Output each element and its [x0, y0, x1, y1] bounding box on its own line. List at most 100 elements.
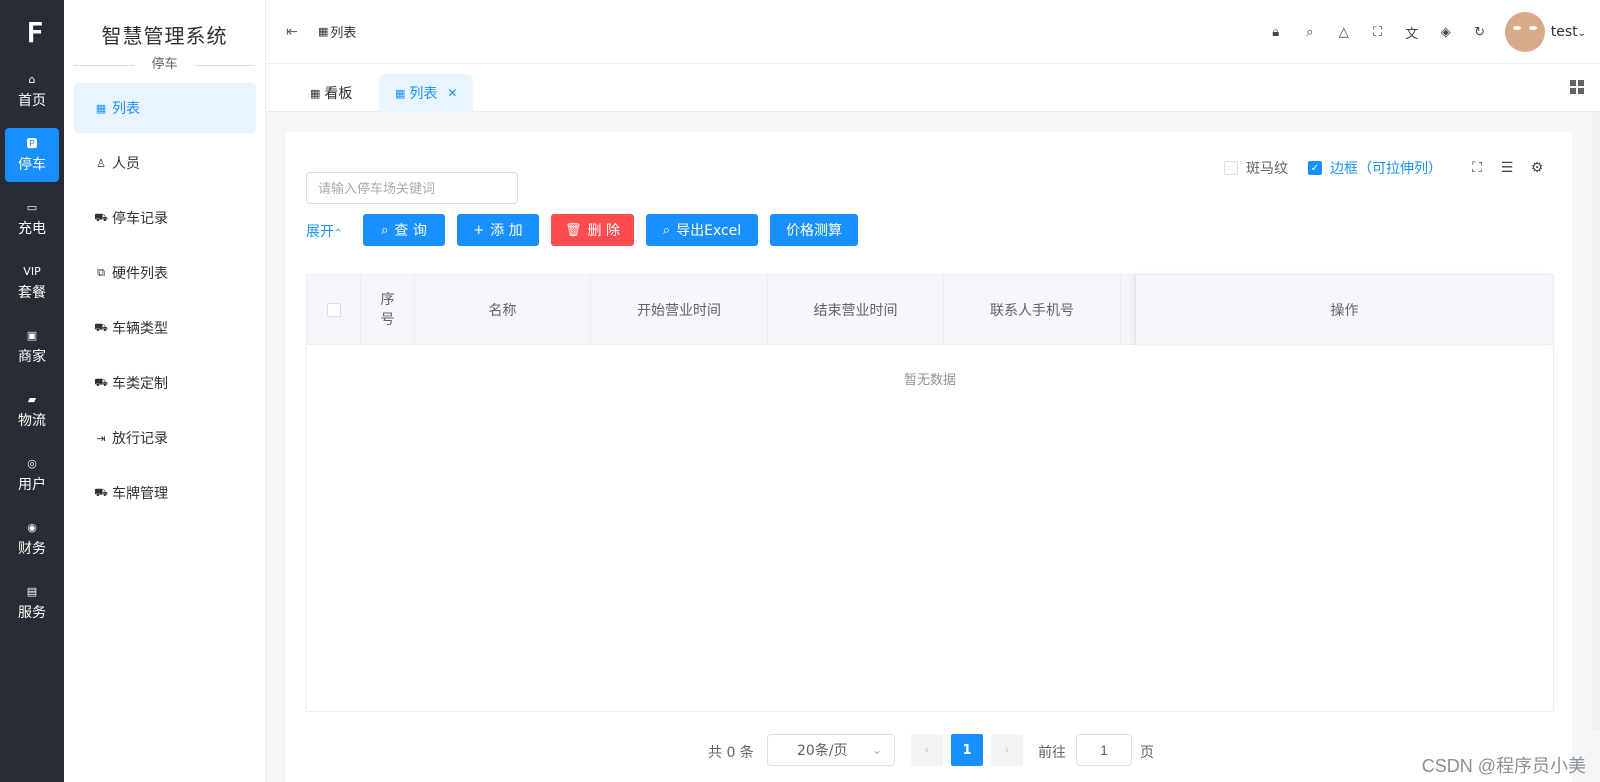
bell-icon[interactable]: △: [1327, 25, 1361, 40]
expand-toggle[interactable]: 展开⌃: [306, 221, 342, 241]
refresh-icon[interactable]: ↻: [1463, 25, 1497, 40]
tab-bar: ▦ 看板 ▦ 列表 ✕: [266, 64, 1600, 112]
submenu-item[interactable]: ⧉ 硬件列表: [74, 248, 256, 298]
theme-icon[interactable]: ◈: [1429, 25, 1463, 40]
translate-icon[interactable]: 文: [1395, 23, 1429, 42]
rail-item[interactable]: ▤ 服务: [5, 576, 59, 630]
exit-icon: ⇥: [96, 431, 106, 445]
rail-item[interactable]: ▣ 商家: [5, 320, 59, 374]
tab-list[interactable]: ▦ 列表 ✕: [379, 74, 474, 112]
tab-menu-icon[interactable]: [1570, 80, 1584, 94]
collapse-menu-icon[interactable]: ⇤: [286, 24, 298, 40]
page-number[interactable]: 1: [951, 734, 983, 766]
pagination: 共 0 条 20条/页 ⌄ ‹ 1 › 前往 页: [0, 734, 1600, 766]
search-icon: ⌕: [381, 222, 389, 238]
submenu-item[interactable]: ♙ 人员: [74, 138, 256, 188]
rail-item[interactable]: VIP 套餐: [5, 256, 59, 310]
select-all-cell: [307, 275, 361, 345]
column-header[interactable]: 序号: [361, 275, 415, 345]
battery-icon: ▭: [26, 201, 38, 214]
delete-label: 删 除: [587, 223, 620, 239]
add-button[interactable]: + 添 加: [457, 214, 539, 246]
rail-item-label: 财务: [18, 541, 46, 557]
goto-label: 前往: [1038, 745, 1066, 761]
goto-page-input[interactable]: [1076, 734, 1132, 766]
plus-icon: +: [473, 222, 485, 238]
page-size-value: 20条/页: [797, 743, 848, 759]
rail-item[interactable]: ◎ 用户: [5, 448, 59, 502]
tab-dashboard[interactable]: ▦ 看板: [294, 74, 368, 112]
submenu-item[interactable]: ▦ 列表: [74, 83, 256, 133]
search-input[interactable]: [306, 172, 518, 204]
fullscreen-icon[interactable]: ⛶: [1361, 25, 1395, 40]
hardware-icon: ⧉: [97, 266, 105, 279]
submenu-item[interactable]: ⛟ 停车记录: [74, 193, 256, 243]
breadcrumb: ▦ 列表: [318, 22, 356, 41]
submenu-item[interactable]: ⛟ 车类定制: [74, 358, 256, 408]
border-label: 边框（可拉伸列）: [1330, 161, 1442, 177]
user-menu[interactable]: test⌄: [1551, 24, 1586, 40]
chevron-down-icon: ⌄: [1577, 28, 1586, 39]
column-header[interactable]: 结束营业时间: [768, 275, 944, 345]
rail-item[interactable]: ⌂ 首页: [5, 64, 59, 118]
tab-label: 看板: [324, 86, 353, 102]
stripe-checkbox[interactable]: 斑马纹: [1224, 158, 1288, 178]
rail-item[interactable]: 🅿 停车: [5, 128, 59, 182]
search-icon[interactable]: ⌕: [1293, 25, 1327, 40]
export-excel-button[interactable]: ⌕ 导出Excel: [646, 214, 758, 246]
breadcrumb-item[interactable]: 列表: [330, 22, 356, 41]
data-table: 序号 名称 开始营业时间 结束营业时间 联系人手机号 操作 暂无数据: [306, 274, 1554, 712]
stripe-check-box[interactable]: [1224, 161, 1238, 175]
home-icon: ⌂: [28, 73, 36, 86]
delete-button[interactable]: 🗑︎ 删 除: [551, 214, 634, 246]
check-icon[interactable]: ✓: [1308, 161, 1322, 175]
query-label: 查 询: [394, 223, 427, 239]
rail-item[interactable]: ◉ 财务: [5, 512, 59, 566]
submenu-item-label: 车类定制: [112, 376, 168, 392]
column-header[interactable]: [1121, 275, 1136, 345]
scrollbar[interactable]: [1592, 112, 1600, 730]
vip-icon: VIP: [23, 265, 41, 278]
next-page-button[interactable]: ›: [991, 734, 1023, 766]
menu-group-title: 停车: [74, 55, 255, 75]
grid-icon: ▦: [318, 25, 329, 38]
prev-page-button[interactable]: ‹: [911, 734, 943, 766]
car-icon: ⛟: [94, 320, 108, 334]
car-icon: ⛟: [94, 210, 108, 224]
avatar[interactable]: [1504, 12, 1545, 52]
settings-icon[interactable]: ⚙: [1522, 160, 1552, 176]
app-logo[interactable]: F: [0, 0, 64, 64]
price-calc-button[interactable]: 价格测算: [770, 214, 858, 246]
submenu-item[interactable]: ⛟ 车辆类型: [74, 303, 256, 353]
grid-icon: ▦: [95, 101, 107, 115]
stripe-label: 斑马纹: [1246, 161, 1288, 177]
grid-icon: ▦: [310, 86, 321, 100]
rail-item[interactable]: ▰ 物流: [5, 384, 59, 438]
submenu-item-label: 车辆类型: [112, 321, 168, 337]
page-size-select[interactable]: 20条/页 ⌄: [767, 734, 895, 766]
total-count: 共 0 条: [708, 745, 754, 761]
column-header[interactable]: 联系人手机号: [944, 275, 1121, 345]
rail-item[interactable]: ▭ 充电: [5, 192, 59, 246]
column-header[interactable]: 开始营业时间: [591, 275, 768, 345]
lock-icon[interactable]: 🔒︎: [1259, 25, 1293, 40]
select-all-checkbox[interactable]: [326, 303, 341, 317]
column-header[interactable]: 名称: [415, 275, 591, 345]
query-button[interactable]: ⌕ 查 询: [363, 214, 445, 246]
user-icon: ◎: [27, 457, 37, 470]
add-label: 添 加: [490, 223, 523, 239]
rail-item-label: 商家: [18, 349, 46, 365]
submenu-item[interactable]: ⛟ 车牌管理: [74, 468, 256, 518]
submenu-item[interactable]: ⇥ 放行记录: [74, 413, 256, 463]
table-options: 斑马纹 ✓ 边框（可拉伸列） ⛶ ☰ ⚙: [1224, 158, 1552, 178]
icon-rail: F ⌂ 首页 🅿 停车 ▭ 充电 VIP 套餐 ▣ 商家 ▰ 物流 ◎ 用户 ◉ 财务 ▤ 服务: [0, 0, 64, 782]
rail-item-label: 停车: [18, 157, 46, 173]
close-icon[interactable]: ✕: [447, 86, 457, 100]
export-label: 导出Excel: [676, 223, 742, 239]
sub-menu: 智慧管理系统 停车 ▦ 列表 ♙ 人员 ⛟ 停车记录 ⧉ 硬件列表 ⛟ 车辆类型 ⛟ 车类定制 ⇥ 放行记…: [64, 0, 266, 782]
search-icon: ⌕: [662, 222, 671, 238]
fullscreen-icon[interactable]: ⛶: [1462, 160, 1492, 176]
density-icon[interactable]: ☰: [1492, 160, 1522, 176]
border-checkbox[interactable]: ✓ 边框（可拉伸列）: [1308, 158, 1442, 178]
column-header-actions[interactable]: 操作: [1136, 275, 1553, 345]
